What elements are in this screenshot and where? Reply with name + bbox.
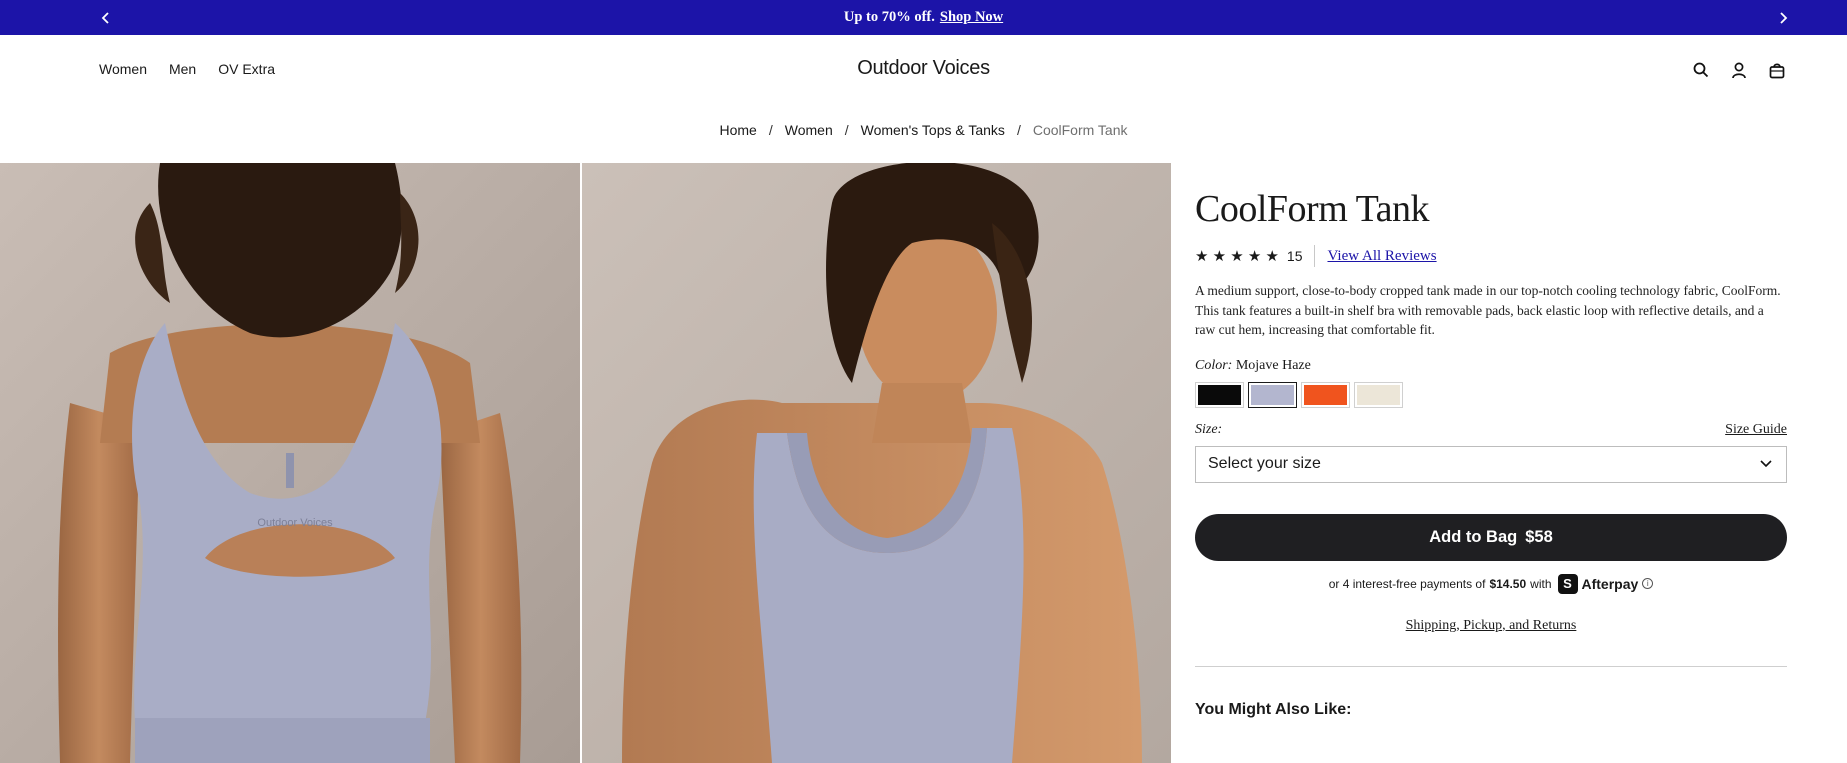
breadcrumb-women[interactable]: Women <box>785 122 833 138</box>
color-row: Color: Mojave Haze <box>1195 358 1787 374</box>
breadcrumb-separator: / <box>1016 122 1021 138</box>
afterpay-with: with <box>1530 576 1552 591</box>
swatch-fill <box>1198 384 1241 405</box>
product-gallery: Outdoor Voices <box>0 163 1171 763</box>
bag-button[interactable] <box>1766 59 1788 81</box>
promo-shop-now-link[interactable]: Shop Now <box>940 9 1003 26</box>
promo-message: Up to 70% off. Shop Now <box>844 9 1003 26</box>
promo-next-button[interactable] <box>1768 0 1798 35</box>
size-row: Size: Size Guide <box>1195 422 1787 438</box>
account-icon <box>1732 62 1746 78</box>
swatch-cream[interactable] <box>1354 381 1403 408</box>
info-icon[interactable]: i <box>1642 578 1654 589</box>
bag-icon <box>1769 63 1785 78</box>
size-guide-link[interactable]: Size Guide <box>1725 422 1787 438</box>
site-logo[interactable]: Outdoor Voices <box>0 57 1847 80</box>
header-icons <box>1690 59 1788 81</box>
view-all-reviews-link[interactable]: View All Reviews <box>1327 248 1436 265</box>
swatch-fill <box>1357 384 1400 405</box>
afterpay-amount: $14.50 <box>1489 576 1527 591</box>
afterpay-logo-icon: S <box>1557 573 1578 594</box>
breadcrumb-current: CoolForm Tank <box>1032 122 1128 138</box>
svg-text:Outdoor Voices: Outdoor Voices <box>257 517 333 529</box>
color-swatches <box>1195 381 1787 408</box>
breadcrumb-tops-tanks[interactable]: Women's Tops & Tanks <box>861 122 1005 138</box>
swatch-fill <box>1304 384 1347 405</box>
search-icon <box>1693 62 1709 78</box>
chevron-down-icon <box>1760 460 1772 468</box>
rating-row: ★ ★ ★ ★ ★ 15 View All Reviews <box>1195 245 1787 267</box>
swatch-orange[interactable] <box>1301 381 1350 408</box>
swatch-mojave-haze[interactable] <box>1248 381 1297 408</box>
promo-prev-button[interactable] <box>91 0 121 35</box>
back-view-model-image[interactable]: Outdoor Voices <box>0 163 580 763</box>
color-label: Color: <box>1195 357 1233 373</box>
size-select[interactable]: Select your size <box>1195 445 1787 483</box>
promo-banner: Up to 70% off. Shop Now <box>0 0 1847 35</box>
breadcrumb: Home / Women / Women's Tops & Tanks / Co… <box>0 122 1847 138</box>
afterpay-row: or 4 interest-free payments of $14.50 wi… <box>1195 573 1787 594</box>
site-header: Women Men OV Extra Outdoor Voices <box>0 35 1847 105</box>
breadcrumb-separator: / <box>844 122 849 138</box>
account-button[interactable] <box>1728 59 1750 81</box>
rating-divider <box>1314 245 1316 267</box>
size-placeholder: Select your size <box>1208 455 1321 472</box>
front-view-model-image[interactable] <box>582 163 1171 763</box>
product-info: CoolForm Tank ★ ★ ★ ★ ★ 15 View All Revi… <box>1195 163 1787 719</box>
star-rating-icon: ★ ★ ★ ★ ★ <box>1195 248 1279 265</box>
swatch-fill <box>1251 384 1294 405</box>
chevron-right-icon <box>1780 11 1788 24</box>
product-description: A medium support, close-to-body cropped … <box>1195 283 1781 337</box>
search-button[interactable] <box>1690 59 1712 81</box>
breadcrumb-separator: / <box>768 122 773 138</box>
add-to-bag-button[interactable]: Add to Bag $58 <box>1195 513 1787 561</box>
add-to-bag-label: Add to Bag <box>1429 527 1518 546</box>
you-might-also-like-heading: You Might Also Like: <box>1195 700 1352 718</box>
color-value: Mojave Haze <box>1235 357 1311 373</box>
section-divider <box>1195 665 1787 667</box>
promo-text: Up to 70% off. <box>843 9 935 25</box>
review-count: 15 <box>1286 248 1303 264</box>
swatch-black[interactable] <box>1195 381 1244 408</box>
size-label: Size: <box>1195 421 1223 437</box>
shipping-pickup-returns-link[interactable]: Shipping, Pickup, and Returns <box>1195 618 1787 634</box>
product-title: CoolForm Tank <box>1195 188 1430 230</box>
afterpay-prefix: or 4 interest-free payments of <box>1328 576 1486 591</box>
chevron-left-icon <box>101 11 109 24</box>
breadcrumb-home[interactable]: Home <box>720 122 757 138</box>
afterpay-name: Afterpay <box>1581 575 1639 592</box>
price: $58 <box>1525 527 1553 546</box>
